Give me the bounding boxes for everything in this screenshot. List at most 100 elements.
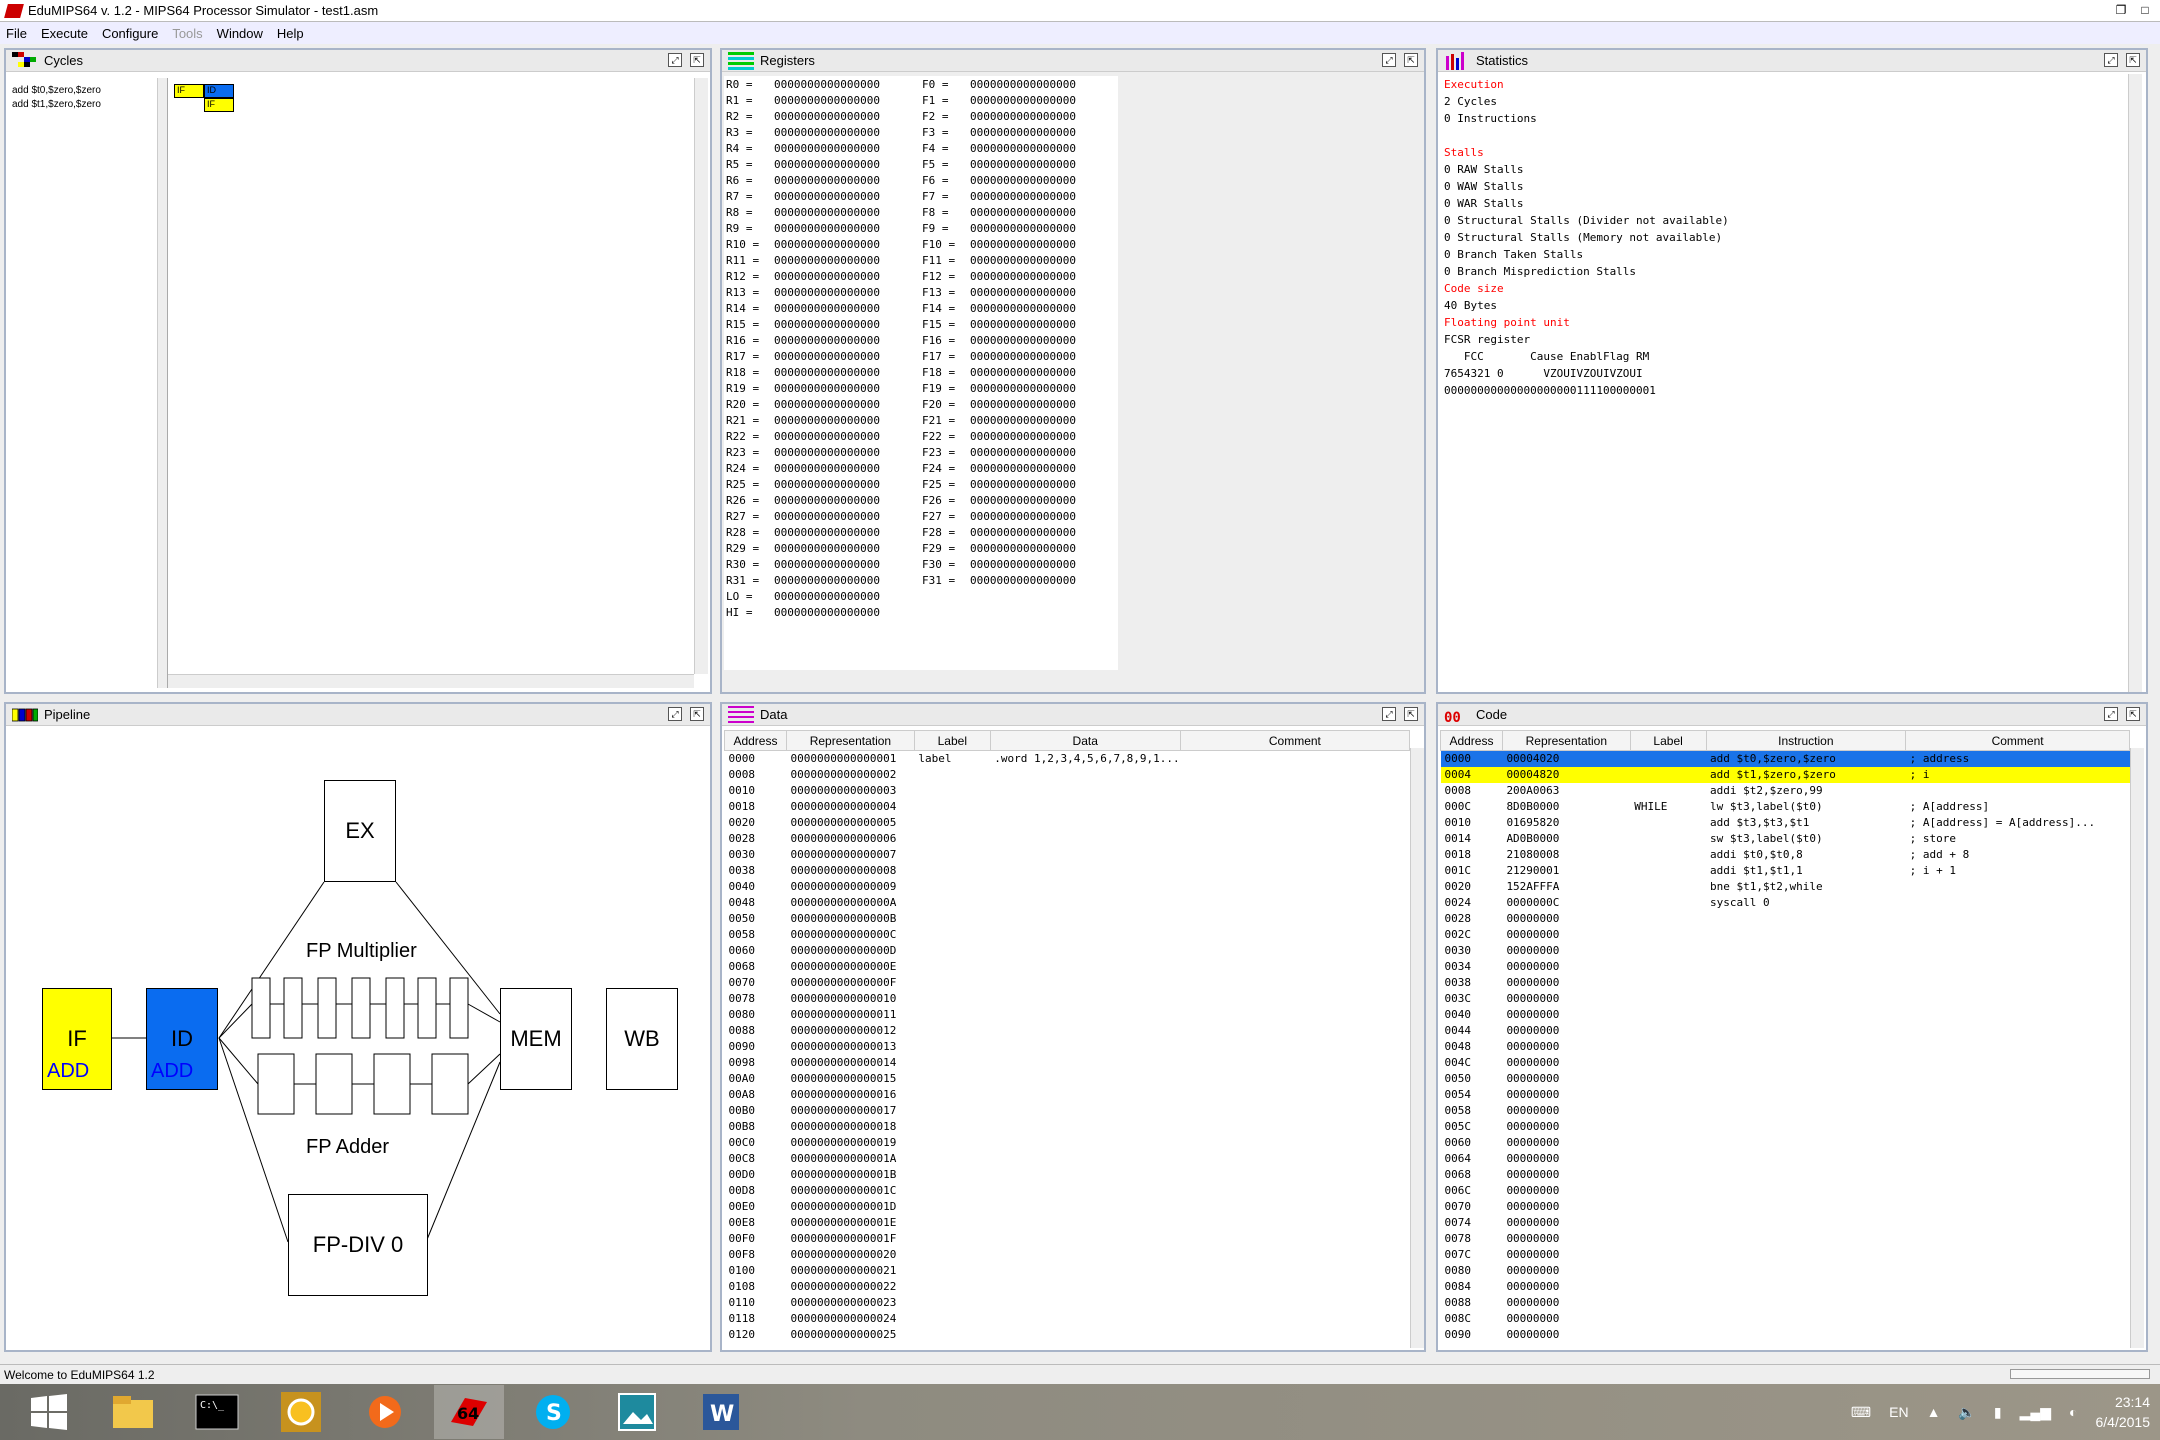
data-column-header[interactable]: Comment (1179, 730, 1410, 751)
data-column-header[interactable]: Representation (785, 730, 915, 751)
maximize-window-icon[interactable]: □ (2138, 3, 2152, 17)
data-table-row[interactable]: 0078 0000000000000010 (725, 991, 1410, 1007)
data-table-row[interactable]: 0120 0000000000000025 (725, 1327, 1410, 1343)
data-column-header[interactable]: Address (724, 730, 787, 751)
data-table-row[interactable]: 0018 0000000000000004 (725, 799, 1410, 815)
battery-icon[interactable]: ▮ (1994, 1404, 2002, 1421)
data-table-row[interactable]: 0100 0000000000000021 (725, 1263, 1410, 1279)
data-table-row[interactable]: 0008 0000000000000002 (725, 767, 1410, 783)
data-table-row[interactable]: 0110 0000000000000023 (725, 1295, 1410, 1311)
code-table-row[interactable]: 0040 00000000 (1441, 1007, 2130, 1023)
data-table-row[interactable]: 00A0 0000000000000015 (725, 1071, 1410, 1087)
code-column-header[interactable]: Instruction (1705, 730, 1907, 751)
menu-window[interactable]: Window (217, 26, 263, 41)
code-table-row[interactable]: 008C 00000000 (1441, 1311, 2130, 1327)
code-table-row[interactable]: 000C 8D0B0000 WHILE lw $t3,label($t0) ; A[ad… (1441, 799, 2130, 815)
code-vertical-scrollbar[interactable] (2130, 748, 2144, 1348)
code-table-row[interactable]: 0008 200A0063 addi $t2,$zero,99 (1441, 783, 2130, 799)
data-table-row[interactable]: 0108 0000000000000022 (725, 1279, 1410, 1295)
data-table-row[interactable]: 0058 000000000000000C (725, 927, 1410, 943)
data-table-row[interactable]: 00F8 0000000000000020 (725, 1247, 1410, 1263)
statistics-vertical-scrollbar[interactable] (2128, 74, 2142, 692)
code-table-row[interactable]: 0050 00000000 (1441, 1071, 2130, 1087)
code-table-row[interactable]: 006C 00000000 (1441, 1183, 2130, 1199)
maximize-panel-icon[interactable]: ⇱ (2126, 53, 2140, 67)
data-column-header[interactable]: Label (913, 730, 991, 751)
data-table-row[interactable]: 00B0 0000000000000017 (725, 1103, 1410, 1119)
data-table-row[interactable]: 00E8 000000000000001E (725, 1215, 1410, 1231)
cycles-splitter[interactable] (158, 78, 168, 688)
maximize-panel-icon[interactable]: ⇱ (2126, 707, 2140, 721)
code-table-row[interactable]: 0090 00000000 (1441, 1327, 2130, 1343)
code-table-row[interactable]: 0080 00000000 (1441, 1263, 2130, 1279)
code-table-row[interactable]: 0060 00000000 (1441, 1135, 2130, 1151)
code-table-row[interactable]: 001C 21290001 addi $t1,$t1,1 ; i + 1 (1441, 863, 2130, 879)
data-table-row[interactable]: 0030 0000000000000007 (725, 847, 1410, 863)
code-table-row[interactable]: 0074 00000000 (1441, 1215, 2130, 1231)
restore-panel-icon[interactable]: ⤢ (668, 53, 682, 67)
maximize-panel-icon[interactable]: ⇱ (1404, 707, 1418, 721)
data-table-row[interactable]: 00C8 000000000000001A (725, 1151, 1410, 1167)
menu-file[interactable]: File (6, 26, 27, 41)
code-table-row[interactable]: 0058 00000000 (1441, 1103, 2130, 1119)
restore-panel-icon[interactable]: ⤢ (2104, 53, 2118, 67)
code-table-row[interactable]: 0000 00004020 add $t0,$zero,$zero ; address (1440, 750, 2130, 767)
code-table-row[interactable]: 005C 00000000 (1441, 1119, 2130, 1135)
media-player-icon[interactable] (350, 1385, 420, 1439)
data-table-row[interactable]: 00B8 0000000000000018 (725, 1119, 1410, 1135)
menu-execute[interactable]: Execute (41, 26, 88, 41)
code-table-row[interactable]: 0084 00000000 (1441, 1279, 2130, 1295)
clock[interactable]: 23:14 6/4/2015 (2096, 1392, 2151, 1432)
data-table-row[interactable]: 00C0 0000000000000019 (725, 1135, 1410, 1151)
data-vertical-scrollbar[interactable] (1410, 748, 1424, 1348)
restore-panel-icon[interactable]: ⤢ (2104, 707, 2118, 721)
code-table-row[interactable]: 0024 0000000C syscall 0 (1441, 895, 2130, 911)
code-column-header[interactable]: Address (1440, 730, 1503, 751)
photos-icon[interactable] (602, 1385, 672, 1439)
code-table-row[interactable]: 004C 00000000 (1441, 1055, 2130, 1071)
data-table-row[interactable]: 0000 0000000000000001 label .word 1,2,3,4,5… (725, 751, 1410, 767)
restore-window-icon[interactable]: ❐ (2114, 3, 2128, 17)
code-column-header[interactable]: Representation (1501, 730, 1631, 751)
volume-icon[interactable]: 🔈 (1958, 1404, 1975, 1421)
code-column-header[interactable]: Label (1629, 730, 1707, 751)
data-table-row[interactable]: 0070 000000000000000F (725, 975, 1410, 991)
data-table-row[interactable]: 0068 000000000000000E (725, 959, 1410, 975)
maximize-panel-icon[interactable]: ⇱ (690, 53, 704, 67)
restore-panel-icon[interactable]: ⤢ (1382, 707, 1396, 721)
code-table-row[interactable]: 002C 00000000 (1441, 927, 2130, 943)
data-table-row[interactable]: 0118 0000000000000024 (725, 1311, 1410, 1327)
cycles-horizontal-scrollbar[interactable] (168, 674, 694, 688)
show-hidden-icons-icon[interactable]: ▲ (1927, 1404, 1941, 1420)
data-table-row[interactable]: 0028 0000000000000006 (725, 831, 1410, 847)
edumips-icon[interactable]: 64 (434, 1385, 504, 1439)
code-table-row[interactable]: 0020 152AFFFA bne $t1,$t2,while (1441, 879, 2130, 895)
command-prompt-icon[interactable]: C:\_ (182, 1385, 252, 1439)
keyboard-icon[interactable]: ⌨ (1851, 1404, 1871, 1421)
code-table-row[interactable]: 0010 01695820 add $t3,$t3,$t1 ; A[address] … (1441, 815, 2130, 831)
maximize-panel-icon[interactable]: ⇱ (1404, 53, 1418, 67)
data-table-row[interactable]: 00F0 000000000000001F (725, 1231, 1410, 1247)
chrome-icon[interactable] (266, 1385, 336, 1439)
code-table-row[interactable]: 0038 00000000 (1441, 975, 2130, 991)
restore-panel-icon[interactable]: ⤢ (1382, 53, 1396, 67)
code-table-row[interactable]: 0054 00000000 (1441, 1087, 2130, 1103)
cycles-vertical-scrollbar[interactable] (694, 78, 708, 674)
data-column-header[interactable]: Data (989, 730, 1181, 751)
data-table-row[interactable]: 0020 0000000000000005 (725, 815, 1410, 831)
windows-start-icon[interactable] (14, 1385, 84, 1439)
file-explorer-icon[interactable] (98, 1385, 168, 1439)
skype-icon[interactable]: S (518, 1385, 588, 1439)
data-table-row[interactable]: 00D8 000000000000001C (725, 1183, 1410, 1199)
data-table-row[interactable]: 00A8 0000000000000016 (725, 1087, 1410, 1103)
code-table-row[interactable]: 0014 AD0B0000 sw $t3,label($t0) ; store (1441, 831, 2130, 847)
browser-tray-icon[interactable]: ◐ (2069, 1404, 2077, 1420)
code-table-row[interactable]: 0068 00000000 (1441, 1167, 2130, 1183)
word-icon[interactable]: W (686, 1385, 756, 1439)
code-table-row[interactable]: 0048 00000000 (1441, 1039, 2130, 1055)
data-table-row[interactable]: 0098 0000000000000014 (725, 1055, 1410, 1071)
code-table-row[interactable]: 003C 00000000 (1441, 991, 2130, 1007)
menu-configure[interactable]: Configure (102, 26, 158, 41)
code-table-row[interactable]: 0070 00000000 (1441, 1199, 2130, 1215)
code-table-row[interactable]: 0078 00000000 (1441, 1231, 2130, 1247)
